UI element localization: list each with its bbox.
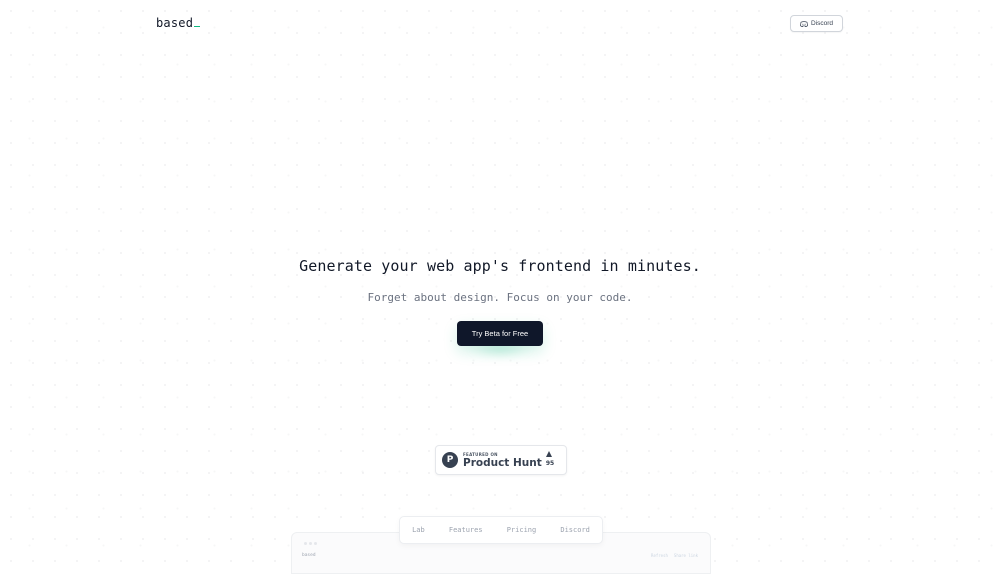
preview-title: based: [302, 553, 316, 558]
nav-item-lab[interactable]: Lab: [412, 526, 425, 534]
hero-title: Generate your web app's frontend in minu…: [299, 257, 701, 275]
bottom-nav: Lab Features Pricing Discord: [399, 516, 603, 544]
preview-refresh-action: Refresh: [651, 553, 668, 558]
try-beta-button[interactable]: Try Beta for Free: [457, 321, 543, 346]
discord-icon: [799, 20, 808, 27]
background-pattern: [0, 0, 1000, 563]
upvote-count: 95: [545, 460, 555, 467]
nav-item-pricing[interactable]: Pricing: [507, 526, 537, 534]
upvote-arrow-icon: [546, 451, 552, 457]
nav-item-discord[interactable]: Discord: [560, 526, 590, 534]
preview-actions: Refresh Share link: [651, 553, 698, 558]
preview-share-action: Share link: [673, 553, 698, 558]
product-hunt-badge[interactable]: P FEATURED ON Product Hunt 95: [435, 445, 567, 475]
discord-button-label: Discord: [810, 20, 834, 27]
product-hunt-logo-icon: P: [442, 452, 458, 468]
window-controls: [304, 542, 317, 545]
nav-item-features[interactable]: Features: [449, 526, 483, 534]
discord-button[interactable]: Discord: [790, 15, 843, 32]
product-hunt-name: Product Hunt: [463, 457, 542, 469]
hero-subtitle: Forget about design. Focus on your code.: [367, 291, 633, 304]
top-bar: based Discord: [0, 0, 1000, 48]
logo-cursor: [194, 26, 201, 27]
brand-logo[interactable]: based: [156, 16, 201, 30]
